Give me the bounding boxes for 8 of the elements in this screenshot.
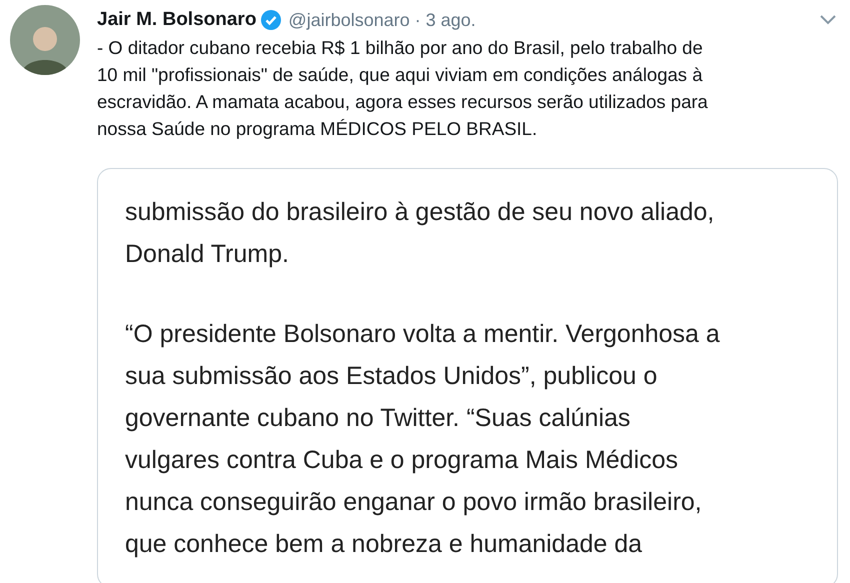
author-name[interactable]: Jair M. Bolsonaro [97,6,256,34]
article-paragraph: “O presidente Bolsonaro volta a mentir. Vergonhosa a sua submissão aos Estados Unidos”, publicou o governante cubano no Twitter. “Suas calúnias vulgares contra Cuba e o programa Mais Médicos nunca conseguirão enganar o povo irmão brasileiro, que conhece bem a nobreza e humanidade da [125,319,721,560]
attached-image[interactable] [97,168,838,583]
tweet-time[interactable]: · 3 ago. [414,6,476,34]
author-handle[interactable]: @jairbolsonaro [288,6,410,34]
tweet-text: - O ditador cubano recebia R$ 1 bilhão por ano do Brasil, pelo trabalho de 10 mil "profissionais" de saúde, que aqui viviam em condições análogas à escravidão. A mamata acabou, agora esses recursos serão utilizados para nossa Saúde no programa MÉDICOS PELO BRASIL. [97,36,709,141]
chevron-down-icon[interactable] [820,15,836,25]
article-paragraph: submissão do brasileiro à gestão de seu novo aliado, Donald Trump. [125,197,716,270]
